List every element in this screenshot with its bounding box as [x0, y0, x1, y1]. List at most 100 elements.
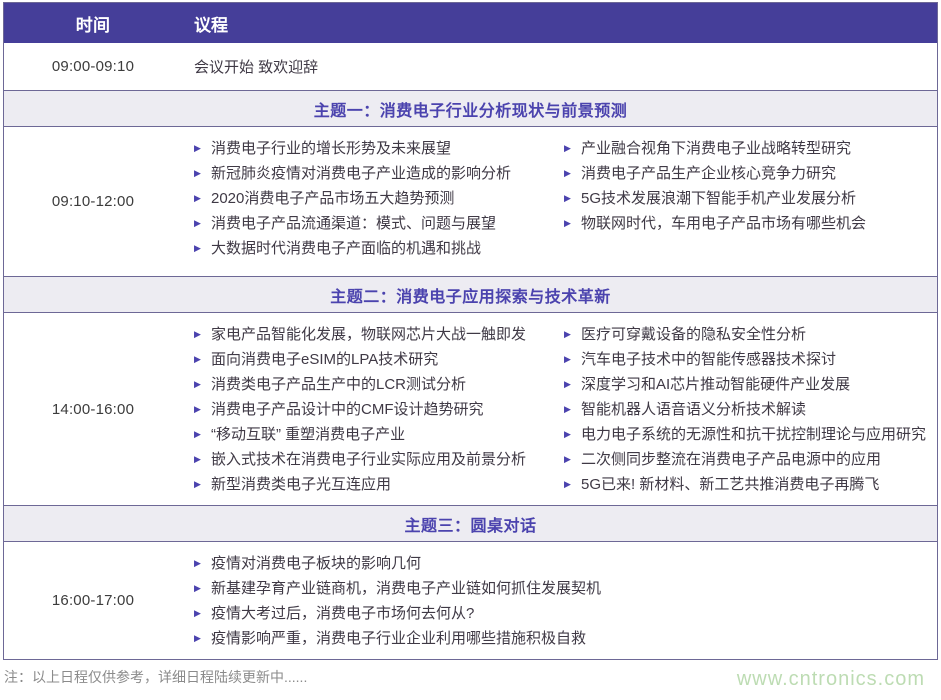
agenda-item-text: 新冠肺炎疫情对消费电子产业造成的影响分析: [211, 161, 511, 186]
session-1-time: 09:10-12:00: [4, 127, 182, 276]
triangle-bullet-icon: ▶: [564, 161, 581, 186]
agenda-item-text: 消费电子产品设计中的CMF设计趋势研究: [211, 397, 484, 422]
session-3-time: 16:00-17:00: [4, 542, 182, 659]
agenda-item-text: 消费电子行业的增长形势及未来展望: [211, 136, 451, 161]
agenda-item: ▶二次侧同步整流在消费电子产品电源中的应用: [564, 447, 929, 472]
triangle-bullet-icon: ▶: [564, 186, 581, 211]
agenda-item-text: 汽车电子技术中的智能传感器技术探讨: [581, 347, 836, 372]
triangle-bullet-icon: ▶: [194, 236, 211, 261]
agenda-item: ▶医疗可穿戴设备的隐私安全性分析: [564, 322, 929, 347]
agenda-item-text: 二次侧同步整流在消费电子产品电源中的应用: [581, 447, 881, 472]
session-2-left-list: ▶家电产品智能化发展，物联网芯片大战一触即发 ▶面向消费电子eSIM的LPA技术…: [194, 322, 564, 497]
agenda-item-text: 家电产品智能化发展，物联网芯片大战一触即发: [211, 322, 526, 347]
triangle-bullet-icon: ▶: [194, 136, 211, 161]
agenda-item-text: 新基建孕育产业链商机，消费电子产业链如何抓住发展契机: [211, 576, 601, 601]
agenda-item: ▶嵌入式技术在消费电子行业实际应用及前景分析: [194, 447, 564, 472]
session-1-left-list: ▶消费电子行业的增长形势及未来展望 ▶新冠肺炎疫情对消费电子产业造成的影响分析 …: [194, 136, 564, 261]
agenda-table: 时间 议程 09:00-09:10 会议开始 致欢迎辞 主题一：消费电子行业分析…: [3, 2, 938, 660]
agenda-item-text: 深度学习和AI芯片推动智能硬件产业发展: [581, 372, 850, 397]
agenda-item: ▶消费电子产品流通渠道：模式、问题与展望: [194, 211, 564, 236]
session-1-row: 09:10-12:00 ▶消费电子行业的增长形势及未来展望 ▶新冠肺炎疫情对消费…: [4, 126, 937, 276]
session-1-right-list: ▶产业融合视角下消费电子业战略转型研究 ▶消费电子产品生产企业核心竞争力研究 ▶…: [564, 136, 929, 261]
agenda-item-text: 5G技术发展浪潮下智能手机产业发展分析: [581, 186, 856, 211]
section-1-title: 主题一：消费电子行业分析现状与前景预测: [4, 90, 937, 126]
agenda-item-text: 疫情对消费电子板块的影响几何: [211, 551, 421, 576]
session-3-row: 16:00-17:00 ▶疫情对消费电子板块的影响几何 ▶新基建孕育产业链商机，…: [4, 541, 937, 659]
agenda-item-text: 消费类电子产品生产中的LCR测试分析: [211, 372, 466, 397]
agenda-item: ▶物联网时代，车用电子产品市场有哪些机会: [564, 211, 929, 236]
agenda-item: ▶面向消费电子eSIM的LPA技术研究: [194, 347, 564, 372]
agenda-item: ▶新基建孕育产业链商机，消费电子产业链如何抓住发展契机: [194, 576, 929, 601]
session-3-list: ▶疫情对消费电子板块的影响几何 ▶新基建孕育产业链商机，消费电子产业链如何抓住发…: [194, 551, 929, 651]
opening-row: 09:00-09:10 会议开始 致欢迎辞: [4, 43, 937, 90]
agenda-item: ▶新型消费类电子光互连应用: [194, 472, 564, 497]
agenda-item: ▶新冠肺炎疫情对消费电子产业造成的影响分析: [194, 161, 564, 186]
triangle-bullet-icon: ▶: [194, 626, 211, 651]
opening-time: 09:00-09:10: [4, 43, 182, 90]
triangle-bullet-icon: ▶: [564, 447, 581, 472]
triangle-bullet-icon: ▶: [194, 161, 211, 186]
agenda-item-text: 电力电子系统的无源性和抗干扰控制理论与应用研究: [581, 422, 926, 447]
triangle-bullet-icon: ▶: [564, 422, 581, 447]
table-header-row: 时间 议程: [4, 3, 937, 43]
agenda-item-text: 5G已来! 新材料、新工艺共推消费电子再腾飞: [581, 472, 879, 497]
agenda-item-text: 新型消费类电子光互连应用: [211, 472, 391, 497]
agenda-item: ▶大数据时代消费电子产面临的机遇和挑战: [194, 236, 564, 261]
agenda-item-text: 嵌入式技术在消费电子行业实际应用及前景分析: [211, 447, 526, 472]
agenda-item-text: 物联网时代，车用电子产品市场有哪些机会: [581, 211, 866, 236]
triangle-bullet-icon: ▶: [564, 472, 581, 497]
triangle-bullet-icon: ▶: [564, 397, 581, 422]
section-3-title: 主题三：圆桌对话: [4, 505, 937, 541]
agenda-item: ▶5G已来! 新材料、新工艺共推消费电子再腾飞: [564, 472, 929, 497]
site-watermark: www.cntronics.com: [737, 668, 925, 691]
agenda-item-text: 2020消费电子产品市场五大趋势预测: [211, 186, 454, 211]
opening-agenda-text: 会议开始 致欢迎辞: [182, 43, 937, 90]
triangle-bullet-icon: ▶: [194, 472, 211, 497]
agenda-item: ▶5G技术发展浪潮下智能手机产业发展分析: [564, 186, 929, 211]
agenda-item: ▶产业融合视角下消费电子业战略转型研究: [564, 136, 929, 161]
agenda-item: ▶2020消费电子产品市场五大趋势预测: [194, 186, 564, 211]
agenda-item-text: “移动互联” 重塑消费电子产业: [211, 422, 405, 447]
triangle-bullet-icon: ▶: [194, 372, 211, 397]
agenda-column-header: 议程: [182, 3, 937, 43]
agenda-item-text: 面向消费电子eSIM的LPA技术研究: [211, 347, 438, 372]
agenda-item: ▶消费类电子产品生产中的LCR测试分析: [194, 372, 564, 397]
agenda-item-text: 产业融合视角下消费电子业战略转型研究: [581, 136, 851, 161]
agenda-item: ▶消费电子产品生产企业核心竞争力研究: [564, 161, 929, 186]
agenda-item: ▶疫情对消费电子板块的影响几何: [194, 551, 929, 576]
triangle-bullet-icon: ▶: [564, 347, 581, 372]
agenda-item-text: 疫情影响严重，消费电子行业企业利用哪些措施积极自救: [211, 626, 586, 651]
triangle-bullet-icon: ▶: [194, 211, 211, 236]
triangle-bullet-icon: ▶: [194, 397, 211, 422]
session-2-row: 14:00-16:00 ▶家电产品智能化发展，物联网芯片大战一触即发 ▶面向消费…: [4, 312, 937, 505]
triangle-bullet-icon: ▶: [194, 422, 211, 447]
agenda-item: ▶“移动互联” 重塑消费电子产业: [194, 422, 564, 447]
agenda-item-text: 消费电子产品生产企业核心竞争力研究: [581, 161, 836, 186]
agenda-item-text: 消费电子产品流通渠道：模式、问题与展望: [211, 211, 496, 236]
agenda-item: ▶疫情影响严重，消费电子行业企业利用哪些措施积极自救: [194, 626, 929, 651]
agenda-item-text: 大数据时代消费电子产面临的机遇和挑战: [211, 236, 481, 261]
triangle-bullet-icon: ▶: [194, 601, 211, 626]
triangle-bullet-icon: ▶: [194, 447, 211, 472]
triangle-bullet-icon: ▶: [194, 551, 211, 576]
triangle-bullet-icon: ▶: [194, 347, 211, 372]
triangle-bullet-icon: ▶: [194, 186, 211, 211]
time-column-header: 时间: [4, 3, 182, 43]
session-2-right-list: ▶医疗可穿戴设备的隐私安全性分析 ▶汽车电子技术中的智能传感器技术探讨 ▶深度学…: [564, 322, 929, 497]
agenda-item: ▶智能机器人语音语义分析技术解读: [564, 397, 929, 422]
session-2-time: 14:00-16:00: [4, 313, 182, 505]
agenda-item-text: 疫情大考过后，消费电子市场何去何从?: [211, 601, 474, 626]
section-2-title: 主题二：消费电子应用探索与技术革新: [4, 276, 937, 312]
agenda-item: ▶汽车电子技术中的智能传感器技术探讨: [564, 347, 929, 372]
agenda-item: ▶消费电子产品设计中的CMF设计趋势研究: [194, 397, 564, 422]
triangle-bullet-icon: ▶: [564, 372, 581, 397]
agenda-item: ▶家电产品智能化发展，物联网芯片大战一触即发: [194, 322, 564, 347]
agenda-item: ▶深度学习和AI芯片推动智能硬件产业发展: [564, 372, 929, 397]
agenda-item-text: 医疗可穿戴设备的隐私安全性分析: [581, 322, 806, 347]
agenda-item-text: 智能机器人语音语义分析技术解读: [581, 397, 806, 422]
triangle-bullet-icon: ▶: [564, 136, 581, 161]
agenda-item: ▶电力电子系统的无源性和抗干扰控制理论与应用研究: [564, 422, 929, 447]
agenda-item: ▶疫情大考过后，消费电子市场何去何从?: [194, 601, 929, 626]
triangle-bullet-icon: ▶: [564, 211, 581, 236]
triangle-bullet-icon: ▶: [194, 576, 211, 601]
